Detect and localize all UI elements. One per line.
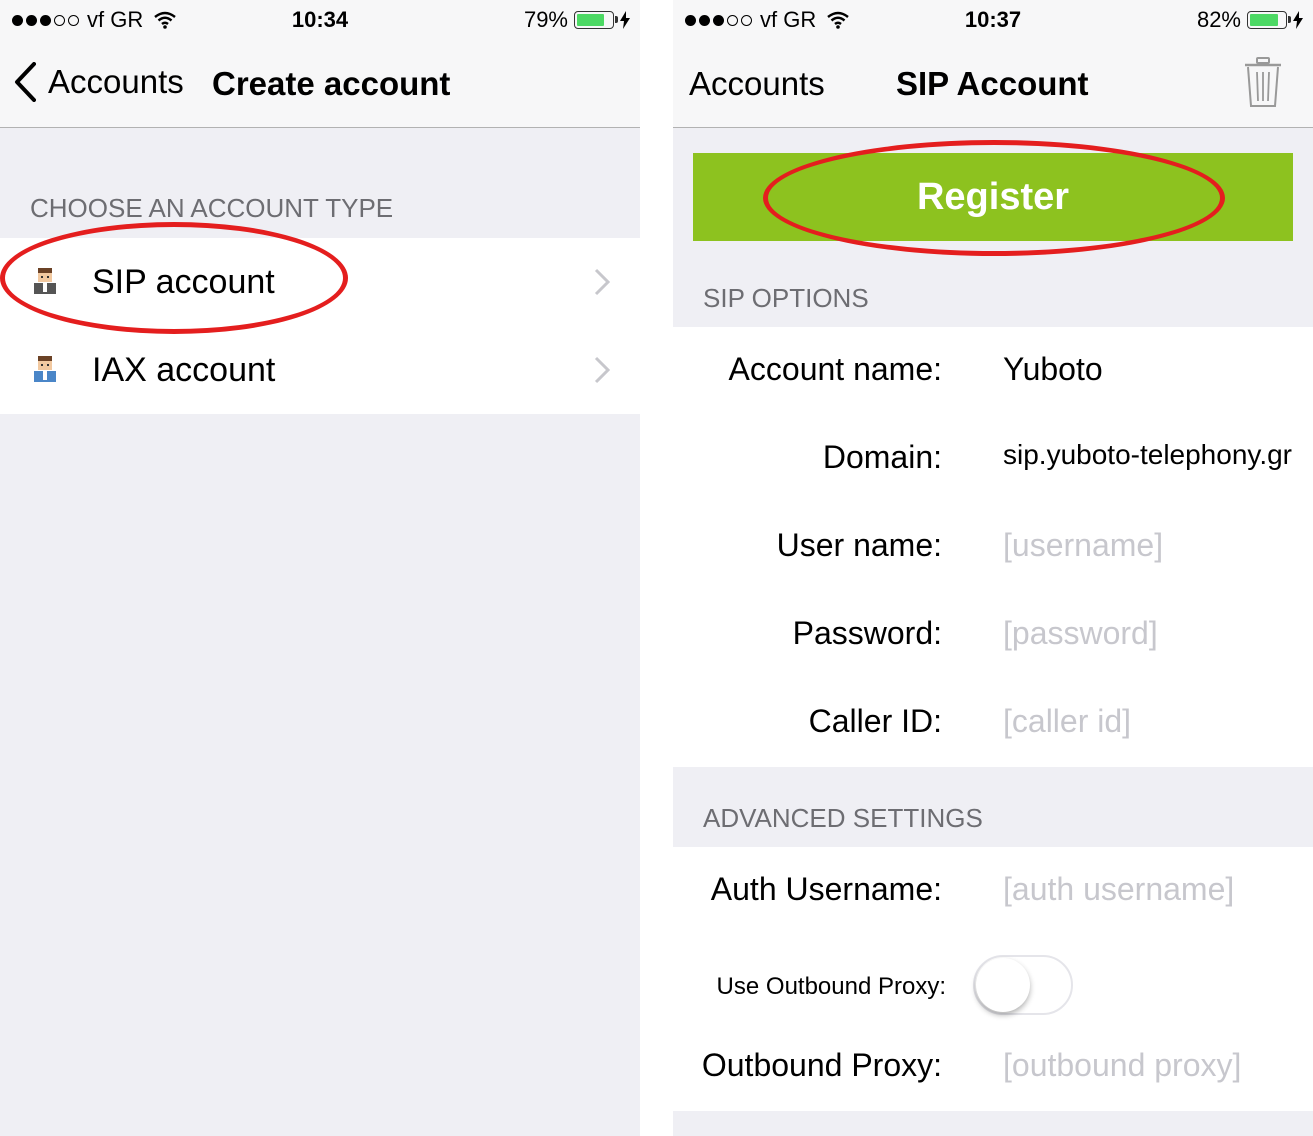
register-button[interactable]: Register — [693, 153, 1293, 241]
user-name-row: User name: — [673, 517, 1313, 577]
account-name-label: Account name: — [728, 351, 942, 387]
advanced-settings-group: Auth Username: Use Outbound Proxy: Outbo… — [673, 847, 1313, 1111]
outbound-proxy-field[interactable] — [1003, 1047, 1303, 1084]
create-account-screen: vf GR 10:34 79% Accounts Create account … — [0, 0, 640, 1136]
back-button[interactable]: Accounts — [14, 62, 184, 102]
account-name-row: Account name: — [673, 341, 1313, 401]
user-name-label: User name: — [776, 527, 942, 563]
account-type-list: SIP account IAX account — [0, 238, 640, 414]
battery-percent: 82% — [1196, 7, 1241, 32]
password-label: Password: — [792, 615, 942, 651]
navigation-bar: Accounts SIP Account — [673, 42, 1313, 128]
iax-account-item[interactable]: IAX account — [0, 326, 640, 414]
charging-bolt-icon — [1293, 11, 1303, 29]
caller-id-label: Caller ID: — [808, 703, 942, 739]
outbound-proxy-label: Outbound Proxy: — [701, 1047, 942, 1083]
sip-account-item[interactable]: SIP account — [0, 238, 640, 326]
auth-username-row: Auth Username: — [673, 861, 1313, 921]
account-name-field[interactable] — [1003, 351, 1303, 388]
auth-username-field[interactable] — [1003, 871, 1303, 908]
charging-bolt-icon — [620, 11, 630, 29]
navigation-bar: Accounts Create account — [0, 42, 640, 128]
chevron-left-icon — [15, 62, 36, 102]
accounts-back-button[interactable]: Accounts — [689, 65, 825, 103]
chevron-right-icon — [594, 356, 610, 384]
section-header-account-type: CHOOSE AN ACCOUNT TYPE — [30, 193, 394, 223]
status-bar: vf GR 10:37 82% — [673, 0, 1313, 42]
page-title: Create account — [212, 65, 451, 102]
use-outbound-proxy-toggle[interactable] — [973, 955, 1073, 1015]
caller-id-row: Caller ID: — [673, 693, 1313, 753]
battery-status: 82% — [1197, 7, 1303, 33]
battery-percent: 79% — [523, 7, 568, 32]
use-outbound-proxy-row: Use Outbound Proxy: — [673, 955, 1313, 1015]
iax-account-label: IAX account — [92, 350, 276, 389]
sip-account-label: SIP account — [92, 262, 275, 301]
user-avatar-icon — [34, 356, 56, 382]
section-header-sip-options: SIP OPTIONS — [703, 283, 869, 313]
domain-field[interactable] — [1003, 439, 1308, 471]
trash-icon[interactable] — [1243, 57, 1283, 109]
sip-options-group: Account name: Domain: User name: Passwor… — [673, 327, 1313, 767]
password-row: Password: — [673, 605, 1313, 665]
password-field[interactable] — [1003, 615, 1303, 652]
battery-icon — [1247, 11, 1291, 29]
user-name-field[interactable] — [1003, 527, 1303, 564]
domain-label: Domain: — [822, 439, 942, 475]
chevron-right-icon — [594, 268, 610, 296]
sip-account-screen: vf GR 10:37 82% Accounts SIP Account Reg… — [673, 0, 1313, 1136]
user-avatar-icon — [34, 268, 56, 294]
toggle-knob — [976, 958, 1030, 1012]
caller-id-field[interactable] — [1003, 703, 1303, 740]
auth-username-label: Auth Username: — [710, 871, 942, 907]
section-header-advanced-settings: ADVANCED SETTINGS — [703, 803, 983, 833]
battery-status: 79% — [524, 7, 630, 33]
status-bar: vf GR 10:34 79% — [0, 0, 640, 42]
battery-icon — [574, 11, 618, 29]
back-label: Accounts — [48, 63, 184, 100]
outbound-proxy-row: Outbound Proxy: — [673, 1037, 1313, 1097]
page-title: SIP Account — [896, 65, 1089, 102]
use-outbound-proxy-label: Use Outbound Proxy: — [716, 973, 946, 1000]
domain-row: Domain: — [673, 429, 1313, 489]
